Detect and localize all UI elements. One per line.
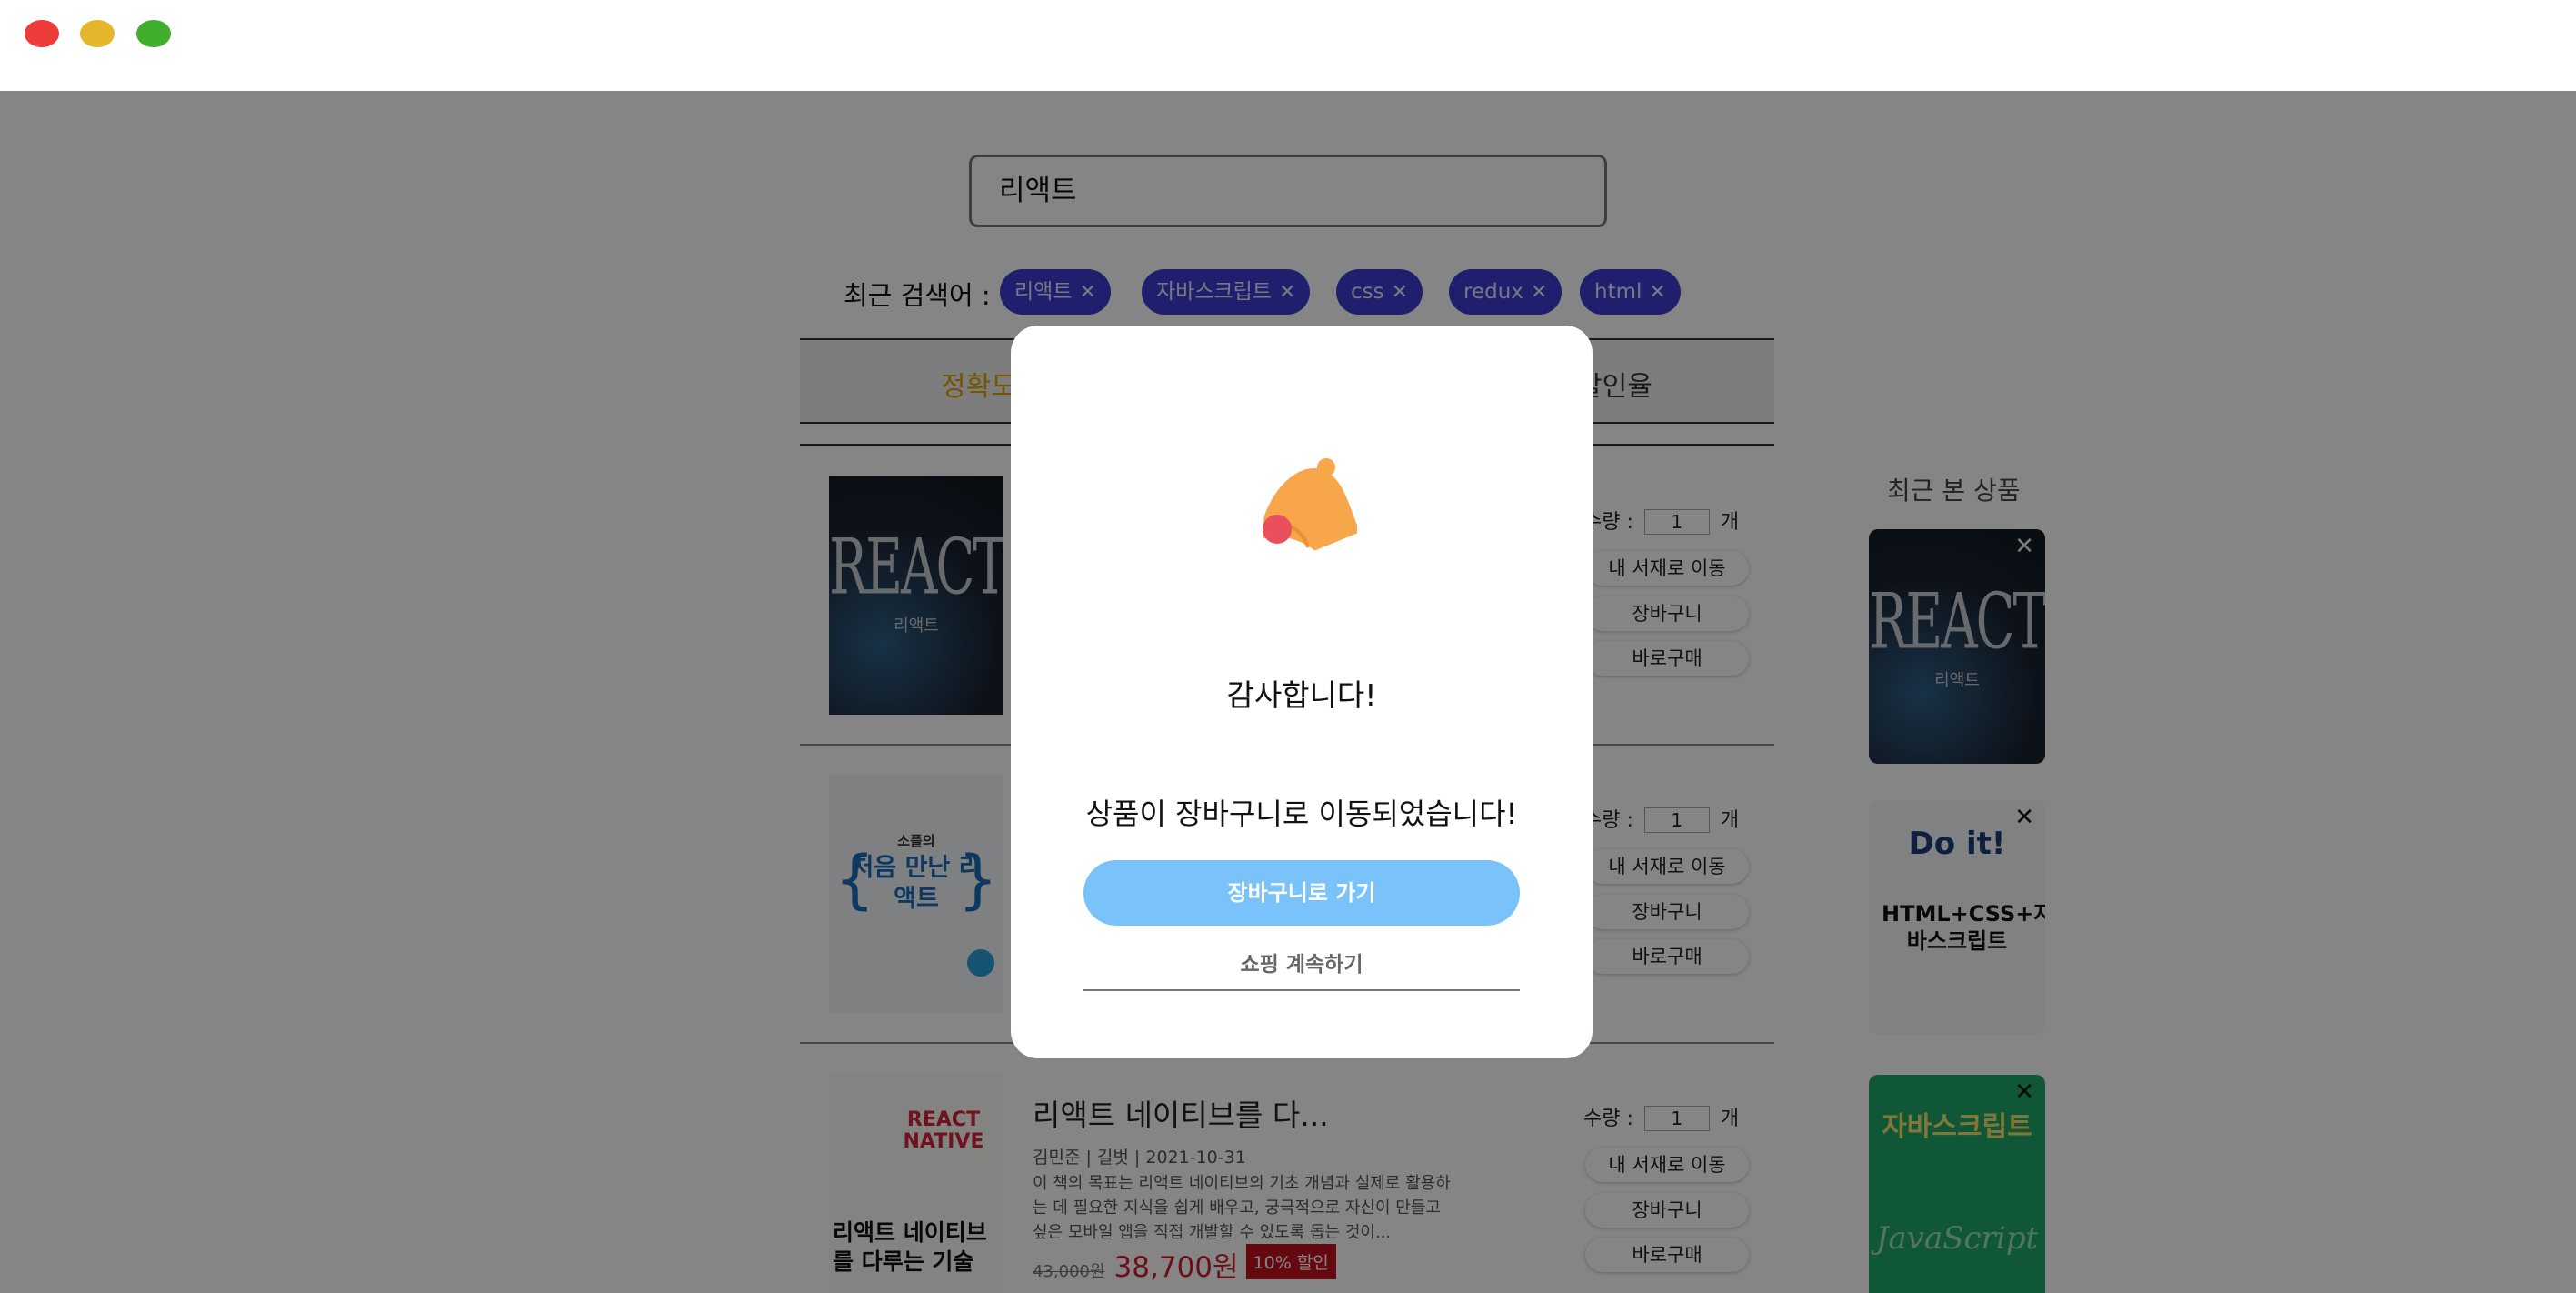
close-window-button[interactable] xyxy=(25,20,59,47)
maximize-window-button[interactable] xyxy=(136,20,171,47)
minimize-window-button[interactable] xyxy=(80,20,115,47)
bell-icon xyxy=(1263,458,1357,551)
page-viewport: 리액트 최근 검색어 : 리액트 ✕ 자바스크립트 ✕ css ✕ redux ✕ ht… xyxy=(0,91,2576,1293)
cart-confirm-modal: 감사합니다! 상품이 장바구니로 이동되었습니다! 장바구니로 가기 쇼핑 계속… xyxy=(1011,326,1593,1058)
modal-title: 감사합니다! xyxy=(1226,677,1377,713)
continue-shopping-button[interactable]: 쇼핑 계속하기 xyxy=(1083,938,1520,991)
go-to-cart-button[interactable]: 장바구니로 가기 xyxy=(1083,860,1520,926)
modal-message: 상품이 장바구니로 이동되었습니다! xyxy=(1085,797,1518,831)
window-titlebar xyxy=(0,0,2576,91)
